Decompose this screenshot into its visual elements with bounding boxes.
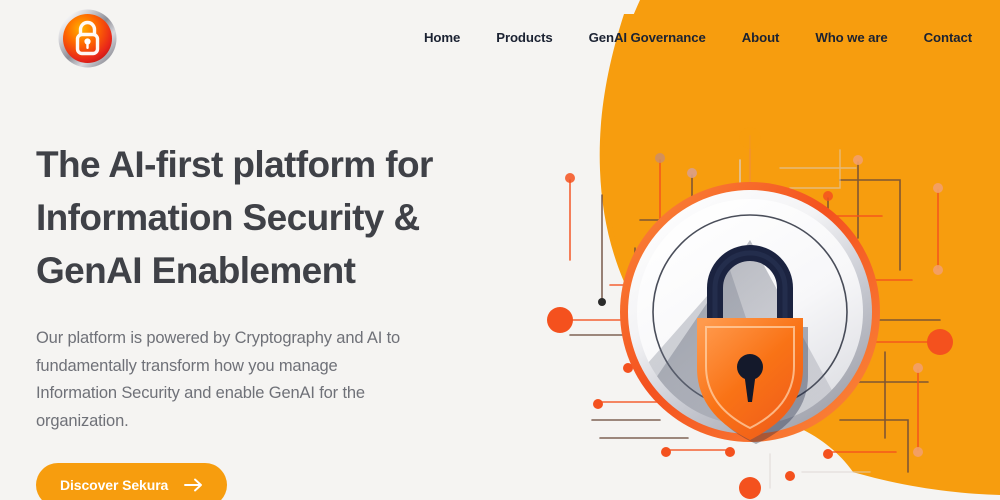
hero-title-line-3: GenAI Enablement xyxy=(36,250,356,291)
hero-page: Home Products GenAI Governance About Who… xyxy=(0,0,1000,500)
arrow-right-icon xyxy=(184,478,203,492)
hero-title-line-1: The AI-first platform for xyxy=(36,144,433,185)
site-header: Home Products GenAI Governance About Who… xyxy=(0,0,1000,80)
nav-item-genai-governance[interactable]: GenAI Governance xyxy=(571,30,724,45)
nav-item-home[interactable]: Home xyxy=(410,30,478,45)
nav-item-who-we-are[interactable]: Who we are xyxy=(797,30,905,45)
cta-label: Discover Sekura xyxy=(60,477,169,493)
hero-content: The AI-first platform for Information Se… xyxy=(36,138,506,500)
nav-item-contact[interactable]: Contact xyxy=(906,30,990,45)
hero-illustration xyxy=(540,120,960,500)
nav-item-products[interactable]: Products xyxy=(478,30,570,45)
padlock-badge-logo-icon xyxy=(58,9,117,68)
hero-subtitle: Our platform is powered by Cryptography … xyxy=(36,329,401,430)
nav-item-about[interactable]: About xyxy=(724,30,798,45)
discover-sekura-button[interactable]: Discover Sekura xyxy=(36,463,228,500)
hero-title-line-2: Information Security & xyxy=(36,197,420,238)
hero-title: The AI-first platform for Information Se… xyxy=(36,138,506,297)
brand-logo[interactable] xyxy=(57,8,118,69)
main-navigation: Home Products GenAI Governance About Who… xyxy=(410,30,990,45)
